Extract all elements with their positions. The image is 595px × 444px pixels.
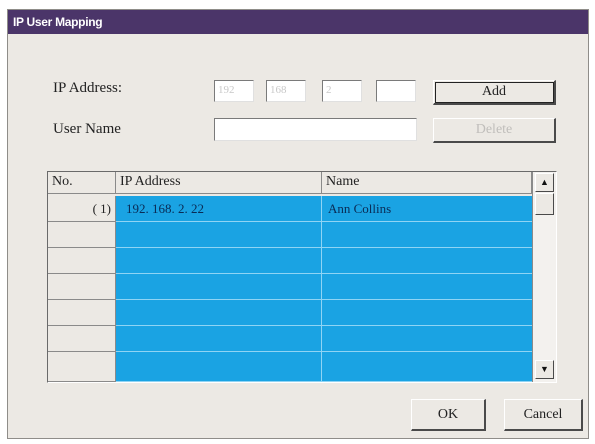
table-row[interactable]: ( 1) 192. 168. 2. 22 Ann Collins [48, 196, 532, 222]
scroll-down-button[interactable]: ▼ [535, 360, 554, 379]
row-ip-address[interactable]: 192. 168. 2. 22 [116, 196, 322, 222]
table-row[interactable] [48, 222, 532, 248]
row-number [48, 352, 116, 382]
table-row[interactable] [48, 274, 532, 300]
add-button[interactable]: Add [433, 80, 556, 105]
triangle-down-icon: ▼ [540, 364, 549, 374]
user-name-field[interactable] [214, 118, 417, 141]
row-name[interactable] [322, 326, 532, 352]
row-number [48, 222, 116, 248]
ip-octet-4-field[interactable] [376, 80, 416, 102]
triangle-up-icon: ▲ [540, 177, 549, 187]
table-row[interactable] [48, 326, 532, 352]
ip-octet-2-field[interactable]: 168 [266, 80, 306, 102]
title-bar[interactable]: IP User Mapping [8, 10, 588, 34]
ip-user-mapping-dialog: IP User Mapping IP Address: 192 168 2 Ad… [7, 9, 589, 439]
ip-octet-1-field[interactable]: 192 [214, 80, 254, 102]
row-ip-address[interactable] [116, 274, 322, 300]
row-number [48, 274, 116, 300]
row-name[interactable]: Ann Collins [322, 196, 532, 222]
row-ip-address[interactable] [116, 300, 322, 326]
row-number [48, 300, 116, 326]
vertical-scrollbar[interactable]: ▲ ▼ [532, 172, 556, 382]
row-name[interactable] [322, 248, 532, 274]
row-name[interactable] [322, 300, 532, 326]
column-header-no[interactable]: No. [48, 172, 116, 194]
row-name[interactable] [322, 222, 532, 248]
ok-button[interactable]: OK [411, 399, 486, 431]
table-row[interactable] [48, 352, 532, 382]
table-row[interactable] [48, 248, 532, 274]
scroll-thumb[interactable] [535, 193, 554, 215]
column-header-name[interactable]: Name [322, 172, 532, 194]
row-ip-address[interactable] [116, 326, 322, 352]
cancel-button[interactable]: Cancel [504, 399, 583, 431]
ip-address-label: IP Address: [53, 80, 123, 96]
ip-mapping-table: No. IP Address Name ( 1) 192. 168. 2. 22… [47, 171, 557, 383]
row-number [48, 248, 116, 274]
window-title: IP User Mapping [13, 15, 103, 29]
table-row[interactable] [48, 300, 532, 326]
row-ip-address[interactable] [116, 248, 322, 274]
row-number [48, 326, 116, 352]
row-name[interactable] [322, 274, 532, 300]
row-number: ( 1) [48, 196, 116, 222]
ip-octet-3-field[interactable]: 2 [322, 80, 362, 102]
row-ip-address[interactable] [116, 352, 322, 382]
scroll-up-button[interactable]: ▲ [535, 173, 554, 192]
delete-button[interactable]: Delete [433, 118, 556, 143]
user-name-label: User Name [53, 121, 121, 137]
row-name[interactable] [322, 352, 532, 382]
column-header-ip-address[interactable]: IP Address [116, 172, 322, 194]
row-ip-address[interactable] [116, 222, 322, 248]
